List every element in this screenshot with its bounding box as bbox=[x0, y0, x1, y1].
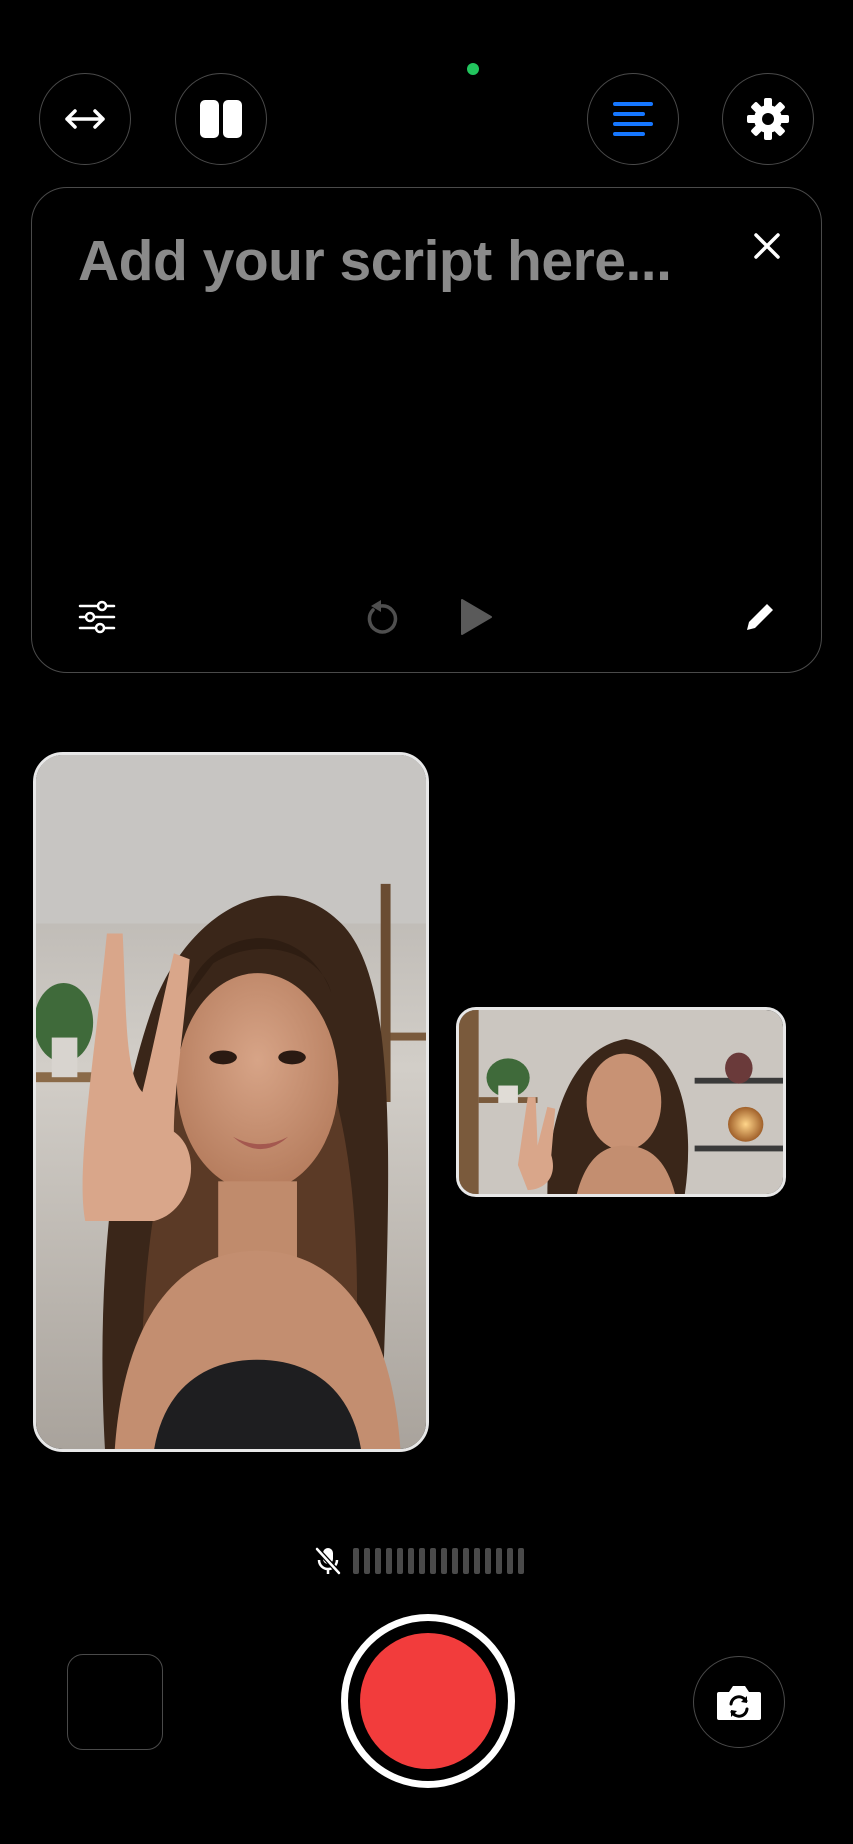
meter-bar bbox=[430, 1548, 436, 1574]
script-placeholder[interactable]: Add your script here... bbox=[78, 228, 672, 294]
align-left-icon bbox=[613, 102, 653, 136]
meter-bar bbox=[463, 1548, 469, 1574]
close-icon bbox=[754, 233, 780, 259]
recording-status-indicator bbox=[467, 63, 479, 75]
script-settings-button[interactable] bbox=[78, 600, 116, 634]
meter-bar bbox=[419, 1548, 425, 1574]
portrait-preview-image bbox=[36, 755, 426, 1449]
gear-icon bbox=[747, 98, 789, 140]
meter-bar bbox=[408, 1548, 414, 1574]
landscape-preview-image bbox=[459, 1010, 783, 1194]
arrows-horizontal-icon bbox=[65, 109, 105, 129]
portrait-camera-preview[interactable] bbox=[33, 752, 429, 1452]
meter-bar bbox=[386, 1548, 392, 1574]
flip-camera-button[interactable] bbox=[693, 1656, 785, 1748]
record-button[interactable] bbox=[341, 1614, 515, 1788]
meter-bar bbox=[507, 1548, 513, 1574]
swap-layout-button[interactable] bbox=[39, 73, 131, 165]
meter-bar bbox=[496, 1548, 502, 1574]
meter-bar bbox=[397, 1548, 403, 1574]
settings-button[interactable] bbox=[722, 73, 814, 165]
split-layout-icon bbox=[200, 100, 242, 138]
meter-bar bbox=[452, 1548, 458, 1574]
mic-mute-toggle[interactable] bbox=[315, 1546, 341, 1576]
landscape-camera-preview[interactable] bbox=[456, 1007, 786, 1197]
play-script-button[interactable] bbox=[458, 597, 494, 637]
meter-bar bbox=[474, 1548, 480, 1574]
meter-bar bbox=[518, 1548, 524, 1574]
meter-bar bbox=[353, 1548, 359, 1574]
mic-off-icon bbox=[315, 1547, 341, 1575]
close-script-button[interactable] bbox=[751, 230, 783, 262]
meter-bar bbox=[485, 1548, 491, 1574]
play-icon bbox=[461, 599, 492, 635]
audio-level-meter bbox=[353, 1548, 524, 1574]
script-toggle-button[interactable] bbox=[587, 73, 679, 165]
gallery-thumbnail-button[interactable] bbox=[67, 1654, 163, 1750]
meter-bar bbox=[364, 1548, 370, 1574]
meter-bar bbox=[375, 1548, 381, 1574]
sliders-icon bbox=[78, 600, 116, 634]
pencil-icon bbox=[747, 604, 773, 630]
reset-script-button[interactable] bbox=[363, 598, 399, 636]
meter-bar bbox=[441, 1548, 447, 1574]
record-button-core bbox=[360, 1633, 496, 1769]
edit-script-button[interactable] bbox=[743, 600, 775, 634]
reset-icon bbox=[367, 600, 398, 634]
camera-flip-icon bbox=[717, 1686, 761, 1720]
split-view-button[interactable] bbox=[175, 73, 267, 165]
